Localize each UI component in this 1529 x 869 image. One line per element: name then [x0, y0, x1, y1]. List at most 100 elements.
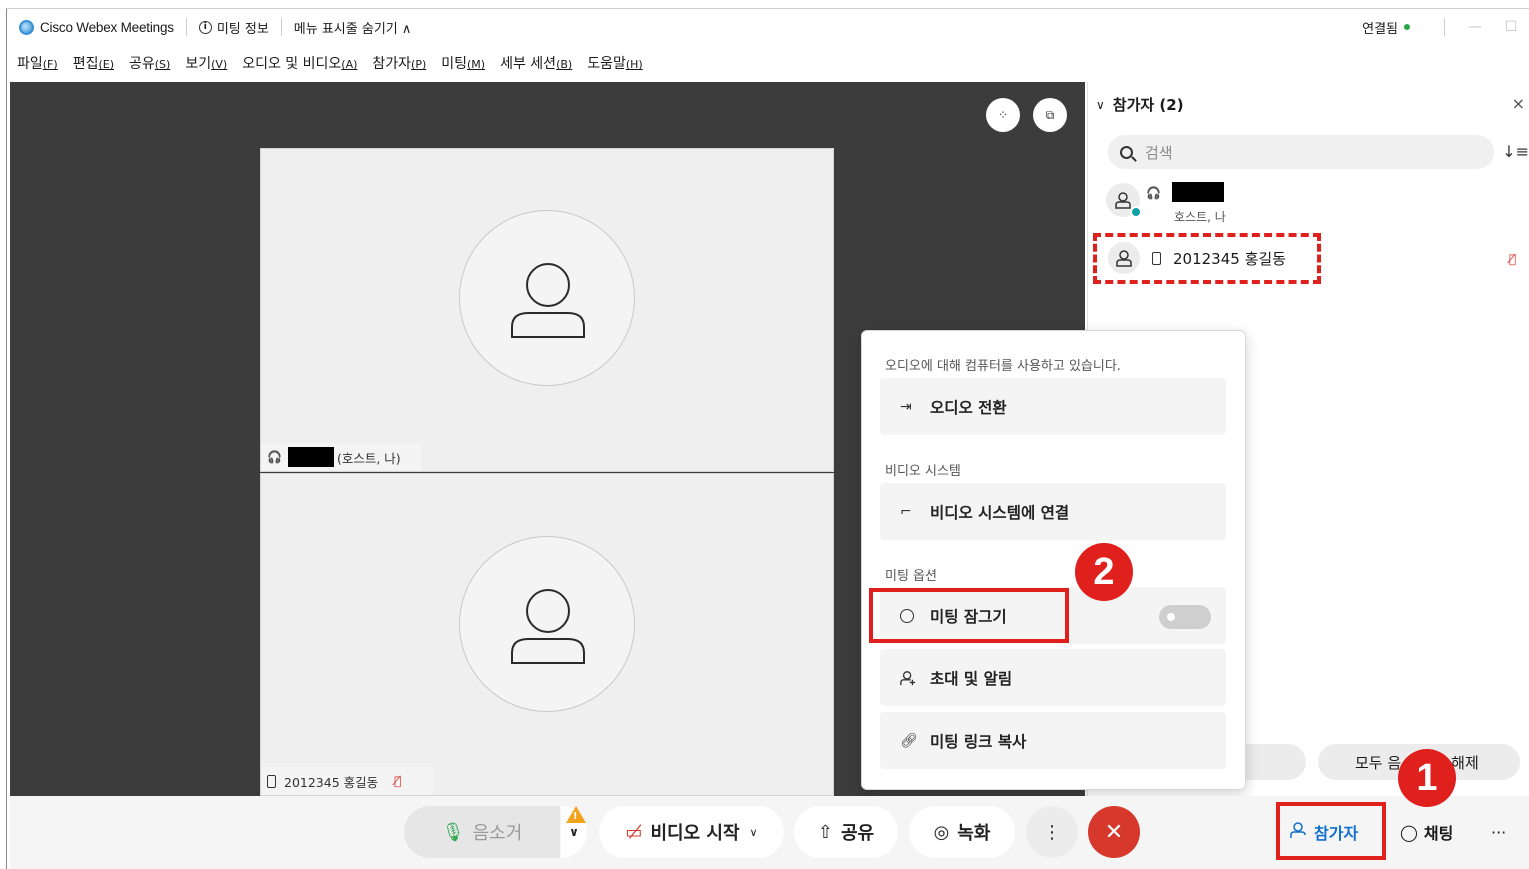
- title-bar: Cisco Webex Meetings i 미팅 정보 메뉴 표시줄 숨기기 …: [7, 9, 1529, 45]
- close-panel-button[interactable]: ×: [1512, 94, 1525, 113]
- video-tile-participant[interactable]: 2012345 홍길동 🎙̸: [260, 473, 834, 796]
- video-tile-host[interactable]: 🎧 (호스트, 나): [260, 148, 834, 472]
- menu-file[interactable]: 파일(F): [17, 53, 58, 73]
- participant-name: 2012345 홍길동: [284, 774, 379, 790]
- avatar: [1106, 183, 1142, 218]
- menu-accelerator: (A): [341, 58, 358, 71]
- highlight-participant-row: [1093, 233, 1321, 284]
- redacted-name: [1172, 182, 1224, 202]
- menu-label: 미팅: [441, 56, 468, 72]
- muted-mic-icon: 🎙̸: [394, 774, 402, 788]
- menu-label: 편집: [72, 56, 99, 72]
- lock-meeting-toggle[interactable]: [1159, 605, 1211, 629]
- person-icon: [511, 589, 585, 664]
- add-person-icon: [900, 670, 922, 686]
- menu-accelerator: (M): [467, 58, 486, 71]
- menu-label: 세부 세션: [500, 56, 557, 72]
- video-system-caption: 비디오 시스템: [885, 464, 961, 479]
- chat-label: 채팅: [1423, 824, 1454, 843]
- share-button[interactable]: ⇧ 공유: [794, 806, 898, 858]
- switch-audio-label: 오디오 전환: [930, 398, 1007, 417]
- meeting-info-button[interactable]: i 미팅 정보: [198, 18, 269, 37]
- divider: [185, 18, 187, 36]
- connect-video-system-label: 비디오 시스템에 연결: [930, 503, 1070, 522]
- host-role-label: 호스트, 나: [1174, 210, 1226, 224]
- more-options-button[interactable]: ⋮: [1026, 806, 1078, 858]
- menu-label: 파일: [17, 56, 43, 72]
- menu-bar: 파일(F) 편집(E) 공유(S) 보기(V) 오디오 및 비디오(A) 참가자…: [7, 45, 1529, 81]
- audio-caption: 오디오에 대해 컴퓨터를 사용하고 있습니다.: [885, 359, 1121, 374]
- video-off-icon: ▭̸: [625, 821, 643, 843]
- participant-search-input[interactable]: 검색: [1108, 135, 1494, 169]
- mute-button[interactable]: 🎙︎ 음소거: [404, 806, 560, 858]
- popout-button[interactable]: ⧉: [1033, 98, 1067, 132]
- maximize-button[interactable]: ☐: [1493, 19, 1529, 35]
- end-meeting-button[interactable]: ✕: [1088, 806, 1140, 858]
- info-icon: i: [198, 20, 212, 34]
- step-badge-2: 2: [1075, 543, 1133, 601]
- minimize-button[interactable]: —: [1457, 19, 1493, 35]
- menu-share[interactable]: 공유(S): [129, 53, 170, 73]
- headset-icon: 🎧: [267, 450, 282, 464]
- menu-label: 공유: [129, 56, 155, 72]
- menu-participants[interactable]: 참가자(P): [372, 53, 426, 73]
- connection-dot-icon: [1404, 24, 1410, 30]
- cast-icon: ⌐: [900, 503, 912, 520]
- connection-status: 연결됨: [1362, 21, 1398, 37]
- warning-mark: !: [573, 811, 578, 822]
- switch-audio-item[interactable]: ⇥ 오디오 전환: [880, 378, 1226, 435]
- panel-header[interactable]: ∨ 참가자 (2): [1096, 94, 1184, 115]
- avatar: [459, 210, 635, 386]
- menu-meeting[interactable]: 미팅(M): [441, 53, 485, 73]
- menu-accelerator: (P): [411, 58, 427, 71]
- overflow-button[interactable]: ···: [1491, 806, 1506, 858]
- menu-accelerator: (V): [211, 58, 228, 71]
- menu-accelerator: (H): [625, 58, 643, 71]
- menu-accelerator: (S): [154, 58, 171, 71]
- step-badge-1: 1: [1398, 749, 1456, 807]
- menu-accelerator: (B): [556, 58, 573, 71]
- menu-breakout[interactable]: 세부 세션(B): [500, 53, 572, 73]
- unmute-all-label-tail: 해제: [1451, 753, 1479, 772]
- video-device-icon: [1130, 206, 1142, 218]
- menu-label: 보기: [185, 56, 212, 72]
- menu-label: 참가자: [372, 56, 412, 72]
- chat-icon: ◯: [1400, 822, 1418, 842]
- panel-title: 참가자 (2): [1112, 96, 1184, 114]
- chevron-down-icon: ∨: [749, 825, 758, 839]
- search-icon: [1120, 145, 1133, 159]
- person-icon: [1115, 192, 1131, 209]
- hide-menu-button[interactable]: 메뉴 표시줄 숨기기 ∧: [294, 18, 412, 37]
- copy-link-item[interactable]: 🔗︎ 미팅 링크 복사: [880, 712, 1226, 769]
- switch-audio-icon: ⇥: [900, 398, 912, 415]
- record-icon: ◎: [933, 821, 950, 843]
- unmute-all-label: 모두 음: [1355, 753, 1402, 772]
- highlight-lock-meeting: [869, 588, 1069, 643]
- menu-view[interactable]: 보기(V): [185, 53, 227, 73]
- menu-audio-video[interactable]: 오디오 및 비디오(A): [242, 53, 357, 73]
- invite-remind-item[interactable]: 초대 및 알림: [880, 649, 1226, 706]
- sort-icon[interactable]: ↓≡: [1502, 142, 1529, 161]
- share-label: 공유: [840, 823, 875, 844]
- menu-label: 도움말: [587, 56, 626, 72]
- tile-name-label: 2012345 홍길동 🎙̸: [261, 767, 433, 795]
- tile-name-label: 🎧 (호스트, 나): [261, 443, 421, 471]
- participant-row-host[interactable]: 🎧: [1106, 183, 1161, 218]
- connect-video-system-item[interactable]: ⌐ 비디오 시스템에 연결: [880, 483, 1226, 540]
- webex-logo-icon: [19, 19, 34, 35]
- chevron-down-icon: ∨: [1096, 97, 1105, 112]
- mic-icon: 🎙︎: [441, 821, 465, 843]
- person-icon: [511, 263, 585, 338]
- menu-help[interactable]: 도움말(H): [587, 53, 643, 73]
- menu-edit[interactable]: 편집(E): [73, 53, 114, 73]
- start-video-button[interactable]: ▭̸ 비디오 시작 ∨: [599, 806, 784, 858]
- divider: [280, 18, 282, 36]
- record-label: 녹화: [957, 823, 991, 844]
- search-placeholder: 검색: [1145, 143, 1173, 162]
- start-video-label: 비디오 시작: [650, 823, 740, 844]
- record-button[interactable]: ◎ 녹화: [909, 806, 1015, 858]
- phone-icon: [267, 774, 276, 788]
- chat-button[interactable]: ◯ 채팅: [1400, 806, 1453, 858]
- layout-grid-button[interactable]: ⁘: [986, 98, 1020, 132]
- link-icon: 🔗︎: [900, 732, 918, 749]
